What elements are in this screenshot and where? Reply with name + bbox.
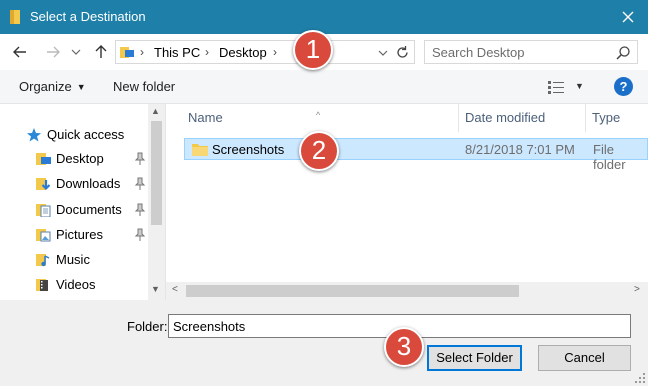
file-type: File folder [593,142,626,172]
breadcrumb-separator[interactable]: › [273,45,277,59]
command-bar: Organize ▼ New folder ▼ ? [0,70,648,104]
column-header-name[interactable]: ^ Name [166,104,462,132]
address-bar[interactable]: › This PC › Desktop › [115,40,415,64]
view-options-caret-icon[interactable]: ▼ [575,81,584,91]
navigation-pane: Quick access Desktop Downloads Documents [0,104,166,300]
column-label: Date modified [465,110,546,125]
sidebar-item-music[interactable]: Music [36,249,148,271]
search-placeholder: Search Desktop [432,45,525,60]
documents-folder-icon [36,204,51,217]
title-bar: Select a Destination [0,0,648,34]
annotation-badge-3: 3 [384,327,424,367]
annotation-badge-1: 1 [293,30,333,70]
sort-ascending-icon: ^ [316,110,321,120]
sidebar-item-label: Desktop [56,151,104,166]
view-options-icon[interactable] [548,80,564,94]
column-label: Type [592,110,621,125]
annotation-badge-2: 2 [299,131,339,171]
videos-folder-icon [36,279,48,291]
sidebar-item-label: Videos [56,277,96,292]
search-input[interactable]: Search Desktop [424,40,638,64]
sidebar-scrollbar[interactable]: ▲ ▼ [148,104,165,300]
column-header-date-modified[interactable]: Date modified [459,104,585,132]
resize-grip-icon[interactable] [634,372,646,384]
sidebar-item-downloads[interactable]: Downloads [36,173,148,195]
music-folder-icon [36,254,50,267]
pin-icon[interactable] [134,152,146,166]
sidebar-item-label: Quick access [47,127,125,142]
pin-icon[interactable] [134,228,146,242]
sidebar-item-desktop[interactable]: Desktop [36,148,148,170]
sidebar-item-documents[interactable]: Documents [36,199,148,221]
sidebar-item-label: Downloads [56,176,121,191]
cancel-button[interactable]: Cancel [538,345,631,371]
this-pc-icon [120,47,134,58]
table-row[interactable]: Screenshots 8/21/2018 7:01 PM File folde… [184,138,648,172]
scrollbar-thumb[interactable] [186,285,519,297]
help-button[interactable]: ? [614,77,633,96]
arrow-right-icon[interactable] [43,42,63,62]
file-date: 8/21/2018 7:01 PM [465,142,575,157]
scroll-up-icon[interactable]: ▲ [151,106,160,116]
scrollbar-thumb[interactable] [151,121,162,225]
folder-icon [10,10,20,24]
column-header-type[interactable]: Type [586,104,648,132]
scroll-right-icon[interactable]: > [634,284,640,295]
pin-icon[interactable] [134,203,146,217]
downloads-folder-icon [36,178,51,191]
sidebar-item-label: Pictures [56,227,103,242]
sidebar-item-label: Documents [56,202,122,217]
breadcrumb-this-pc[interactable]: This PC [154,45,200,60]
organize-button[interactable]: Organize ▼ [19,79,86,94]
chevron-down-icon[interactable] [376,44,390,61]
file-list-horizontal-scrollbar[interactable]: < > [166,282,648,300]
breadcrumb-separator[interactable]: › [140,45,144,59]
arrow-left-icon[interactable] [10,42,30,62]
sidebar-item-quick-access[interactable]: Quick access [26,124,156,146]
new-folder-button[interactable]: New folder [113,79,175,94]
folder-label: Folder: [127,319,168,334]
breadcrumb-desktop[interactable]: Desktop [219,45,267,60]
select-folder-button[interactable]: Select Folder [427,345,522,371]
sidebar-item-label: Music [56,252,90,267]
sidebar-item-pictures[interactable]: Pictures [36,224,148,246]
star-icon [27,128,41,142]
close-icon[interactable] [618,7,638,27]
sidebar-item-videos[interactable]: Videos [36,274,148,296]
folder-icon [192,144,208,156]
caret-down-icon: ▼ [76,82,86,92]
chevron-down-icon[interactable] [70,42,82,62]
desktop-folder-icon [36,153,51,165]
pictures-folder-icon [36,229,51,242]
organize-label: Organize [19,79,72,94]
scroll-left-icon[interactable]: < [172,284,178,295]
scroll-down-icon[interactable]: ▼ [151,284,160,294]
arrow-up-icon[interactable] [91,42,111,62]
file-name: Screenshots [212,142,285,157]
dialog-footer: Folder: Select Folder Cancel [0,300,648,386]
breadcrumb-separator[interactable]: › [205,45,209,59]
file-list: ^ Name Date modified Type Screenshots 8/… [166,104,648,300]
pin-icon[interactable] [134,177,146,191]
search-icon[interactable] [615,45,631,61]
column-label: Name [188,110,223,125]
refresh-icon[interactable] [394,44,411,61]
window-title: Select a Destination [30,9,146,24]
